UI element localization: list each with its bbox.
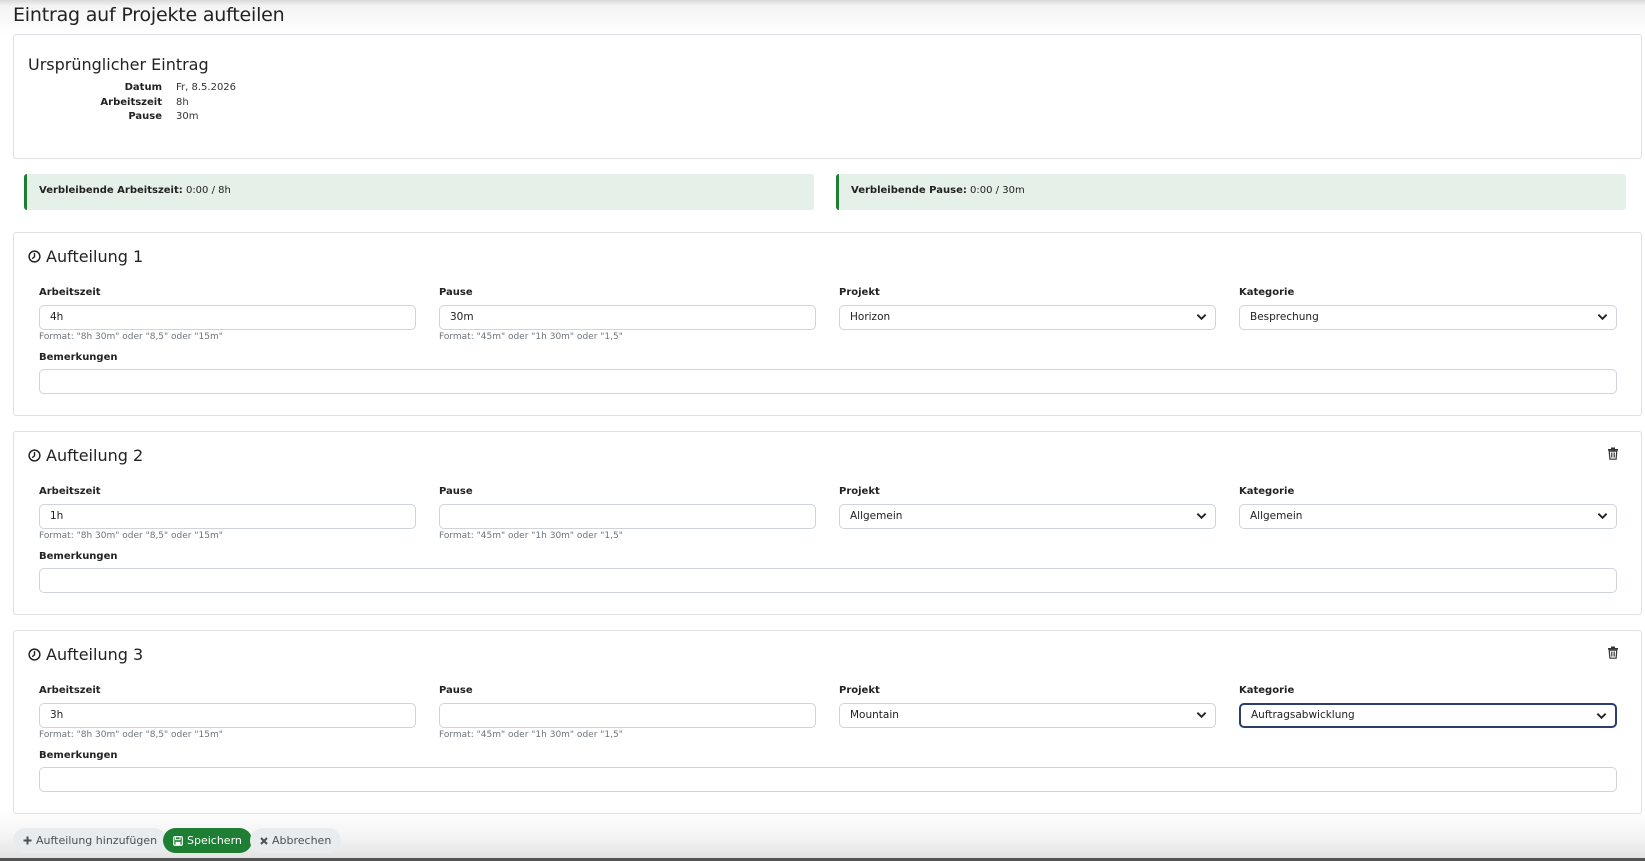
bemerkungen-input[interactable] <box>39 568 1617 593</box>
pause-hint: Format: "45m" oder "1h 30m" oder "1,5" <box>439 730 623 740</box>
add-split-button[interactable]: Aufteilung hinzufügen <box>13 828 168 853</box>
projekt-label: Projekt <box>839 486 880 497</box>
projekt-select[interactable]: Allgemein <box>839 504 1216 529</box>
chevron-down-icon <box>1597 314 1608 321</box>
split-title-text: Aufteilung 1 <box>46 247 144 266</box>
arbeitszeit-hint: Format: "8h 30m" oder "8,5" oder "15m" <box>39 531 223 541</box>
kategorie-select[interactable]: Auftragsabwicklung <box>1239 703 1617 728</box>
split-card: Aufteilung 1 Arbeitszeit 4h Format: "8h … <box>13 232 1642 416</box>
split-title-text: Aufteilung 2 <box>46 446 144 465</box>
remaining-worktime-alert: Verbleibende Arbeitszeit: 0:00 / 8h <box>24 174 814 210</box>
trash-icon[interactable] <box>1607 646 1619 659</box>
kategorie-select[interactable]: Allgemein <box>1239 504 1617 529</box>
kategorie-label: Kategorie <box>1239 486 1295 497</box>
original-entry-card: Ursprünglicher Eintrag Datum Fr, 8.5.202… <box>13 34 1642 159</box>
original-entry-details: Datum Fr, 8.5.2026 Arbeitszeit 8h Pause … <box>28 81 236 125</box>
chevron-down-icon <box>1196 712 1207 719</box>
pause-label: Pause <box>128 111 162 122</box>
arbeitszeit-input[interactable]: 3h <box>39 703 416 728</box>
remaining-worktime-label: Verbleibende Arbeitszeit: <box>39 185 183 196</box>
remaining-pause-value: 0:00 / 30m <box>970 185 1025 196</box>
arbeitszeit-label: Arbeitszeit <box>39 685 101 696</box>
bemerkungen-input[interactable] <box>39 767 1617 792</box>
projekt-select[interactable]: Mountain <box>839 703 1216 728</box>
arbeitszeit-label: Arbeitszeit <box>39 486 101 497</box>
pause-input[interactable] <box>439 504 816 529</box>
remaining-worktime-value: 0:00 / 8h <box>185 185 231 196</box>
page-title: Eintrag auf Projekte aufteilen <box>13 4 285 26</box>
projekt-label: Projekt <box>839 685 880 696</box>
split-card: Aufteilung 3 Arbeitszeit 3h Format: "8h … <box>13 630 1642 814</box>
save-icon <box>173 835 183 846</box>
save-label: Speichern <box>187 834 242 847</box>
pause-hint: Format: "45m" oder "1h 30m" oder "1,5" <box>439 332 623 342</box>
kategorie-selected: Besprechung <box>1250 311 1319 323</box>
split-title: Aufteilung 2 <box>28 446 143 465</box>
remaining-pause-alert: Verbleibende Pause: 0:00 / 30m <box>836 174 1626 210</box>
arbeitszeit-hint: Format: "8h 30m" oder "8,5" oder "15m" <box>39 332 223 342</box>
x-icon <box>260 836 268 845</box>
date-label: Datum <box>124 82 162 93</box>
kategorie-label: Kategorie <box>1239 287 1295 298</box>
pause-label: Pause <box>439 287 473 298</box>
cancel-label: Abbrechen <box>272 834 332 847</box>
worktime-label: Arbeitszeit <box>100 96 162 108</box>
projekt-selected: Horizon <box>850 311 891 323</box>
projekt-selected: Mountain <box>850 709 899 721</box>
arbeitszeit-input[interactable]: 4h <box>39 305 416 330</box>
split-card: Aufteilung 2 Arbeitszeit 1h Format: "8h … <box>13 431 1642 615</box>
worktime-value: 8h <box>176 96 189 108</box>
projekt-select[interactable]: Horizon <box>839 305 1216 330</box>
date-value: Fr, 8.5.2026 <box>176 82 237 93</box>
pause-label: Pause <box>439 486 473 497</box>
pause-input[interactable]: 30m <box>439 305 816 330</box>
pause-input[interactable] <box>439 703 816 728</box>
projekt-selected: Allgemein <box>850 510 903 522</box>
chevron-down-icon <box>1196 314 1207 321</box>
projekt-label: Projekt <box>839 287 880 298</box>
chevron-down-icon <box>1196 513 1207 520</box>
bemerkungen-label: Bemerkungen <box>39 352 118 363</box>
original-entry-title: Ursprünglicher Eintrag <box>28 55 209 74</box>
chevron-down-icon <box>1596 713 1607 720</box>
cancel-button[interactable]: Abbrechen <box>250 828 342 853</box>
bemerkungen-input[interactable] <box>39 369 1617 394</box>
clock-icon <box>28 250 41 263</box>
kategorie-label: Kategorie <box>1239 685 1295 696</box>
clock-icon <box>28 449 41 462</box>
add-split-label: Aufteilung hinzufügen <box>36 834 158 847</box>
remaining-pause-label: Verbleibende Pause: <box>851 185 967 196</box>
clock-icon <box>28 648 41 661</box>
pause-label: Pause <box>439 685 473 696</box>
split-title: Aufteilung 1 <box>28 247 143 266</box>
arbeitszeit-input[interactable]: 1h <box>39 504 416 529</box>
pause-value: 30m <box>176 111 199 122</box>
save-button[interactable]: Speichern <box>163 828 252 853</box>
kategorie-selected: Allgemein <box>1250 510 1303 522</box>
plus-icon <box>23 836 32 845</box>
split-title-text: Aufteilung 3 <box>46 645 144 664</box>
kategorie-selected: Auftragsabwicklung <box>1251 709 1355 721</box>
kategorie-select[interactable]: Besprechung <box>1239 305 1617 330</box>
bemerkungen-label: Bemerkungen <box>39 551 118 562</box>
split-title: Aufteilung 3 <box>28 645 143 664</box>
arbeitszeit-hint: Format: "8h 30m" oder "8,5" oder "15m" <box>39 730 223 740</box>
pause-hint: Format: "45m" oder "1h 30m" oder "1,5" <box>439 531 623 541</box>
arbeitszeit-label: Arbeitszeit <box>39 287 101 298</box>
bemerkungen-label: Bemerkungen <box>39 750 118 761</box>
chevron-down-icon <box>1597 513 1608 520</box>
trash-icon[interactable] <box>1607 447 1619 460</box>
